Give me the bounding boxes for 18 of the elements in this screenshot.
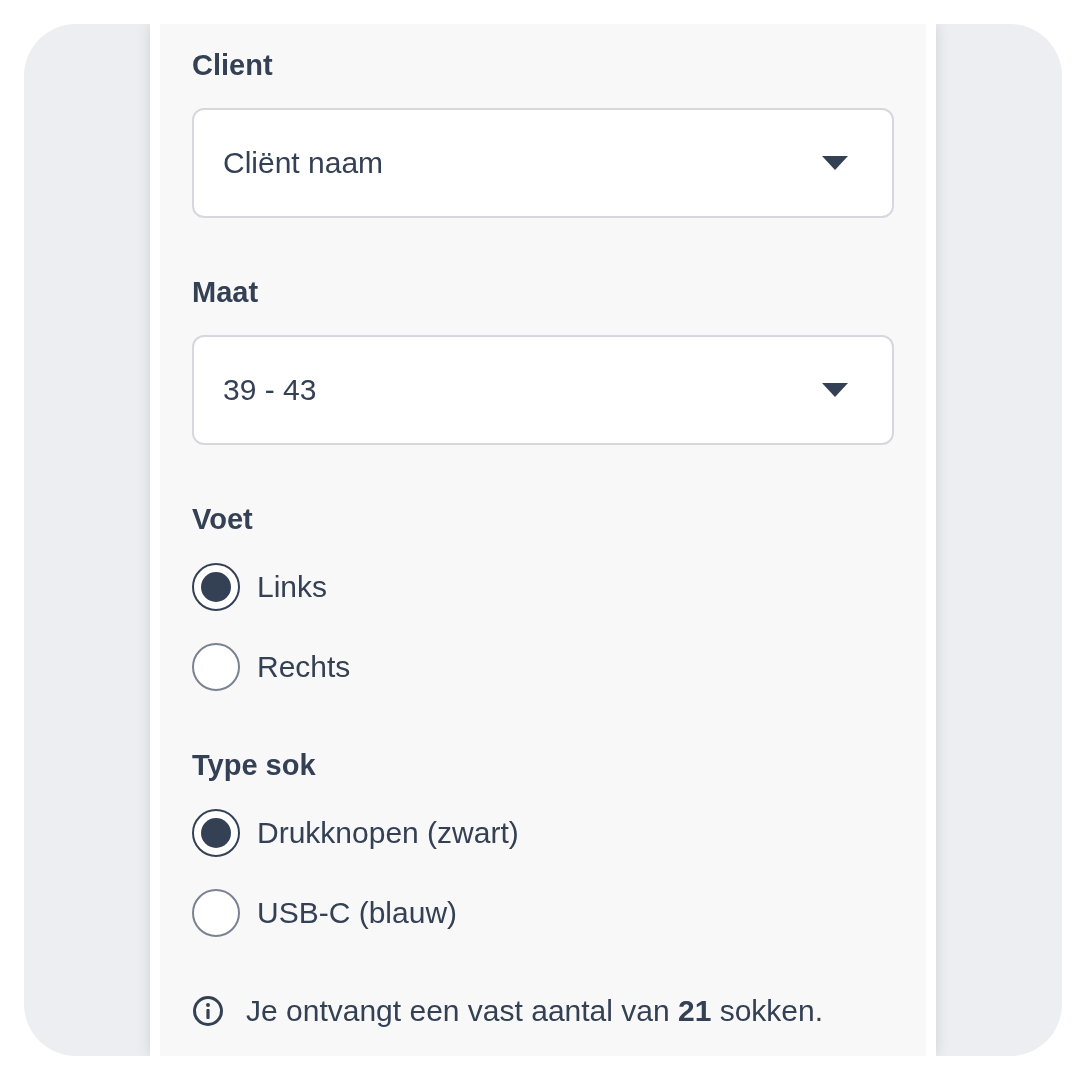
info-icon [192, 995, 224, 1027]
select-field[interactable]: Cliënt naam [192, 108, 894, 218]
radio-button[interactable] [192, 643, 240, 691]
radio-button[interactable] [192, 889, 240, 937]
group-label: Type sok [192, 748, 316, 782]
field-label: Client [192, 48, 273, 82]
select-field[interactable]: 39 - 43 [192, 335, 894, 445]
radio-label[interactable]: USB-C (blauw) [257, 895, 458, 931]
group-label: Voet [192, 502, 253, 536]
caret-icon [822, 156, 848, 170]
radio-label[interactable]: Drukknopen (zwart) [257, 815, 519, 851]
caret-icon [822, 383, 848, 397]
radio-label[interactable]: Rechts [257, 649, 351, 685]
info-text: Je ontvangt een vast aantal van 21 sokken. [246, 994, 824, 1028]
radio-button[interactable] [192, 809, 240, 857]
radio-label[interactable]: Links [257, 569, 328, 605]
radio-button[interactable] [192, 563, 240, 611]
field-label: Maat [192, 275, 259, 309]
